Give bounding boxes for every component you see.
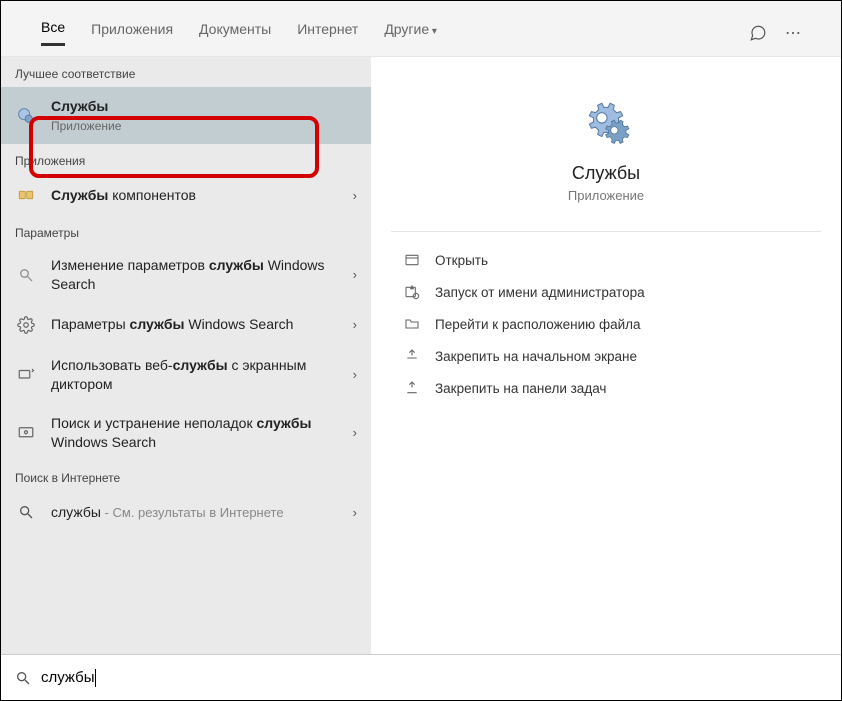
narrator-icon (15, 364, 37, 386)
section-apps: Приложения (1, 144, 371, 174)
tab-more[interactable]: Другие (384, 21, 437, 45)
search-icon (15, 670, 31, 686)
section-settings: Параметры (1, 216, 371, 246)
result-best-match[interactable]: Службы Приложение (1, 87, 371, 144)
tab-all[interactable]: Все (41, 19, 65, 46)
search-tabs: Все Приложения Документы Интернет Другие… (1, 1, 841, 57)
action-run-as-admin[interactable]: Запуск от имени администратора (391, 276, 821, 308)
pin-start-icon (401, 348, 423, 364)
search-bar[interactable]: службы (1, 654, 841, 700)
chevron-right-icon: › (353, 267, 357, 282)
chevron-right-icon: › (353, 317, 357, 332)
search-input[interactable]: службы (41, 669, 95, 686)
result-title: Службы (51, 97, 357, 116)
feedback-icon[interactable] (749, 24, 767, 42)
search-settings-icon (15, 264, 37, 286)
tab-web[interactable]: Интернет (297, 21, 358, 45)
result-web-search[interactable]: службы - См. результаты в Интернете › (1, 491, 371, 533)
chevron-right-icon: › (353, 425, 357, 440)
result-setting-search-params[interactable]: Параметры службы Windows Search › (1, 304, 371, 346)
open-icon (401, 252, 423, 268)
section-web-search: Поиск в Интернете (1, 461, 371, 491)
services-icon (15, 105, 37, 127)
services-large-icon (581, 97, 631, 147)
section-best-match: Лучшее соответствие (1, 57, 371, 87)
chevron-right-icon: › (353, 505, 357, 520)
tab-apps[interactable]: Приложения (91, 21, 173, 45)
result-setting-narrator-web[interactable]: Использовать веб-службы с экранным дикто… (1, 346, 371, 404)
preview-title: Службы (572, 163, 640, 184)
gear-icon (15, 314, 37, 336)
folder-icon (401, 316, 423, 332)
action-pin-start[interactable]: Закрепить на начальном экране (391, 340, 821, 372)
component-services-icon (15, 184, 37, 206)
chevron-right-icon: › (353, 188, 357, 203)
preview-subtitle: Приложение (568, 188, 644, 203)
action-pin-taskbar[interactable]: Закрепить на панели задач (391, 372, 821, 404)
chevron-right-icon: › (353, 367, 357, 382)
result-app-component-services[interactable]: Службы компонентов › (1, 174, 371, 216)
result-setting-index-params[interactable]: Изменение параметров службы Windows Sear… (1, 246, 371, 304)
result-subtitle: Приложение (51, 118, 357, 134)
admin-icon (401, 284, 423, 300)
more-icon[interactable]: ⋯ (785, 23, 801, 43)
results-panel: Лучшее соответствие Службы Приложение Пр… (1, 57, 371, 654)
result-setting-troubleshoot[interactable]: Поиск и устранение неполадок службы Wind… (1, 404, 371, 462)
action-open-file-location[interactable]: Перейти к расположению файла (391, 308, 821, 340)
troubleshoot-icon (15, 422, 37, 444)
preview-panel: Службы Приложение Открыть Запуск от имен… (371, 57, 841, 654)
action-open[interactable]: Открыть (391, 244, 821, 276)
search-icon (15, 501, 37, 523)
tab-documents[interactable]: Документы (199, 21, 271, 45)
pin-taskbar-icon (401, 380, 423, 396)
